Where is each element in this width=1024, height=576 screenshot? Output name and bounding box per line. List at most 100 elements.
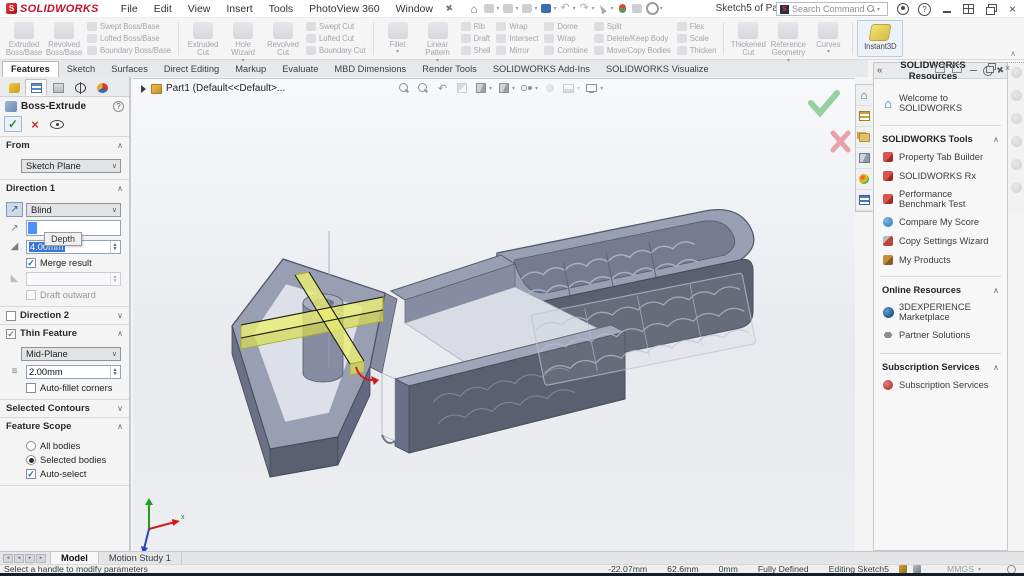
task-pane-tab[interactable] [856,169,872,190]
resources-section-header[interactable]: SOLIDWORKS Tools [882,134,999,144]
ribbon-small-button[interactable]: Swept Boss/Base [87,21,171,33]
feature-tree-breadcrumb[interactable]: Part1 (Default<<Default>... [141,83,285,94]
ribbon-small-button[interactable]: Shell [461,45,491,57]
command-tab[interactable]: Evaluate [274,62,326,77]
task-pane-tab[interactable] [856,106,872,127]
ribbon-small-button[interactable]: Swept Cut [306,21,365,33]
ok-button[interactable] [4,116,22,132]
resource-link[interactable]: Copy Settings Wizard [882,235,1001,247]
section-selected-contours-header[interactable]: Selected Contours [0,400,129,417]
command-tab[interactable]: SOLIDWORKS Add-Ins [485,62,598,77]
revolved-cut-button[interactable]: Revolved Cut [263,20,303,57]
command-tab[interactable]: Render Tools [414,62,485,77]
resource-link[interactable]: My Products [882,254,1001,266]
ribbon-small-button[interactable]: Wrap [496,21,538,33]
resource-link[interactable]: Performance Benchmark Test [882,189,1001,209]
ribbon-collapse-chevron-icon[interactable]: ∧ [1010,49,1016,58]
help-circle-icon[interactable]: ? [113,101,124,112]
resources-section-header[interactable]: Subscription Services [882,362,999,372]
menu-item[interactable]: Tools [261,1,302,17]
cancel-button[interactable] [26,116,44,132]
task-pane-tab[interactable] [856,148,872,169]
tab-displaymanager[interactable] [91,79,113,96]
model-tab[interactable]: Model [51,552,99,564]
ribbon-small-button[interactable]: Lofted Cut [306,33,365,45]
tab-dimxpertmanager[interactable] [69,79,91,96]
model-tab[interactable]: Motion Study 1 [99,552,182,564]
resource-link[interactable]: SOLIDWORKS Rx [882,170,1001,182]
ribbon-small-button[interactable]: Delete/Keep Body [594,33,671,45]
restore-button[interactable] [983,2,998,16]
from-plane-select[interactable]: Sketch Plane [21,159,121,173]
first-tab-button[interactable]: ◂ [3,554,13,563]
spinner-arrows[interactable]: ▲▼ [110,241,119,253]
command-tab[interactable]: MBD Dimensions [326,62,414,77]
confirm-ok-check-icon[interactable] [811,93,837,113]
thin-feature-checkbox[interactable] [6,329,16,339]
ribbon-small-button[interactable]: Boundary Cut [306,45,365,57]
ribbon-small-button[interactable]: Draft [461,33,491,45]
resource-link[interactable]: Partner Solutions [882,329,1001,341]
thickness-input[interactable]: 2.00mm▲▼ [26,365,121,379]
prev-tab-button[interactable]: ◂ [14,554,24,563]
menu-item[interactable]: View [180,1,219,17]
resource-link[interactable]: Subscription Services [882,379,1001,391]
section-from-header[interactable]: From [0,137,129,154]
search-caret-icon[interactable]: ▾ [877,6,880,13]
task-pane-tab[interactable] [856,127,872,148]
draft-outward-checkbox[interactable]: Draft outward [26,290,125,300]
command-tab[interactable]: Sketch [59,62,103,77]
extruded-cut-button[interactable]: Extruded Cut [183,20,223,57]
search-icon[interactable] [867,5,875,13]
command-tab[interactable]: Markup [227,62,274,77]
maximize-button[interactable] [961,2,976,16]
menu-pin-icon[interactable]: ✚ [442,2,454,15]
tab-propertymanager[interactable] [3,79,25,96]
menu-item[interactable]: Insert [218,1,260,17]
command-tab[interactable]: Surfaces [103,62,156,77]
direction2-checkbox[interactable] [6,311,16,321]
task-pane-tab[interactable] [856,190,872,211]
menu-item[interactable]: Edit [146,1,180,17]
reverse-direction-button[interactable]: ↗ [6,202,23,217]
ribbon-small-button[interactable]: Scale [677,33,717,45]
tab-featuremanager[interactable] [25,79,47,96]
model-3d-view[interactable]: x [133,79,855,552]
menu-item[interactable]: PhotoView 360 [301,1,387,17]
curves-button[interactable]: Curves [808,20,848,57]
confirm-cancel-x-icon[interactable] [833,133,848,150]
welcome-link[interactable]: Welcome to SOLIDWORKS [882,93,1001,113]
resource-link[interactable]: Compare My Score [882,216,1001,228]
thin-feature-type-select[interactable]: Mid-Plane [21,347,121,361]
next-tab-button[interactable]: ▸ [25,554,35,563]
ribbon-small-button[interactable]: Boundary Boss/Base [87,45,171,57]
ribbon-small-button[interactable]: Flex [677,21,717,33]
all-bodies-radio[interactable]: All bodies [26,441,125,451]
ribbon-small-button[interactable]: Rib [461,21,491,33]
merge-result-checkbox[interactable]: Merge result [26,258,125,268]
tree-expand-icon[interactable] [141,85,146,93]
section-direction2-header[interactable]: Direction 2 [0,307,129,324]
doc-dock-right-icon[interactable] [950,62,963,74]
login-icon[interactable] [895,2,910,16]
graphics-viewport[interactable]: Part1 (Default<<Default>... [133,78,855,551]
end-condition-select[interactable]: Blind [26,203,121,217]
revolved-boss-base-button[interactable]: Revolved Boss/Base [44,20,84,57]
doc-close-button[interactable]: × [1001,62,1014,74]
command-tab[interactable]: SOLIDWORKS Visualize [598,62,717,77]
instant3d-button[interactable]: Instant3D [857,20,903,57]
spinner-arrows[interactable]: ▲▼ [110,366,119,378]
ribbon-small-button[interactable]: Move/Copy Bodies [594,45,671,57]
minimize-button[interactable] [939,2,954,16]
command-tab[interactable]: Direct Editing [156,62,227,77]
search-input[interactable]: Search Commands [792,4,865,14]
last-tab-button[interactable]: ▸ [36,554,46,563]
menu-item[interactable]: File [113,1,146,17]
doc-restore-button[interactable] [984,62,997,74]
resource-link[interactable]: 3DEXPERIENCE Marketplace [882,302,1001,322]
section-thin-feature-header[interactable]: Thin Feature [0,325,129,342]
task-pane-tab[interactable] [856,85,872,106]
ribbon-small-button[interactable]: Combine [544,45,588,57]
ribbon-small-button[interactable]: Wrap [544,33,588,45]
resource-link[interactable]: Property Tab Builder [882,151,1001,163]
